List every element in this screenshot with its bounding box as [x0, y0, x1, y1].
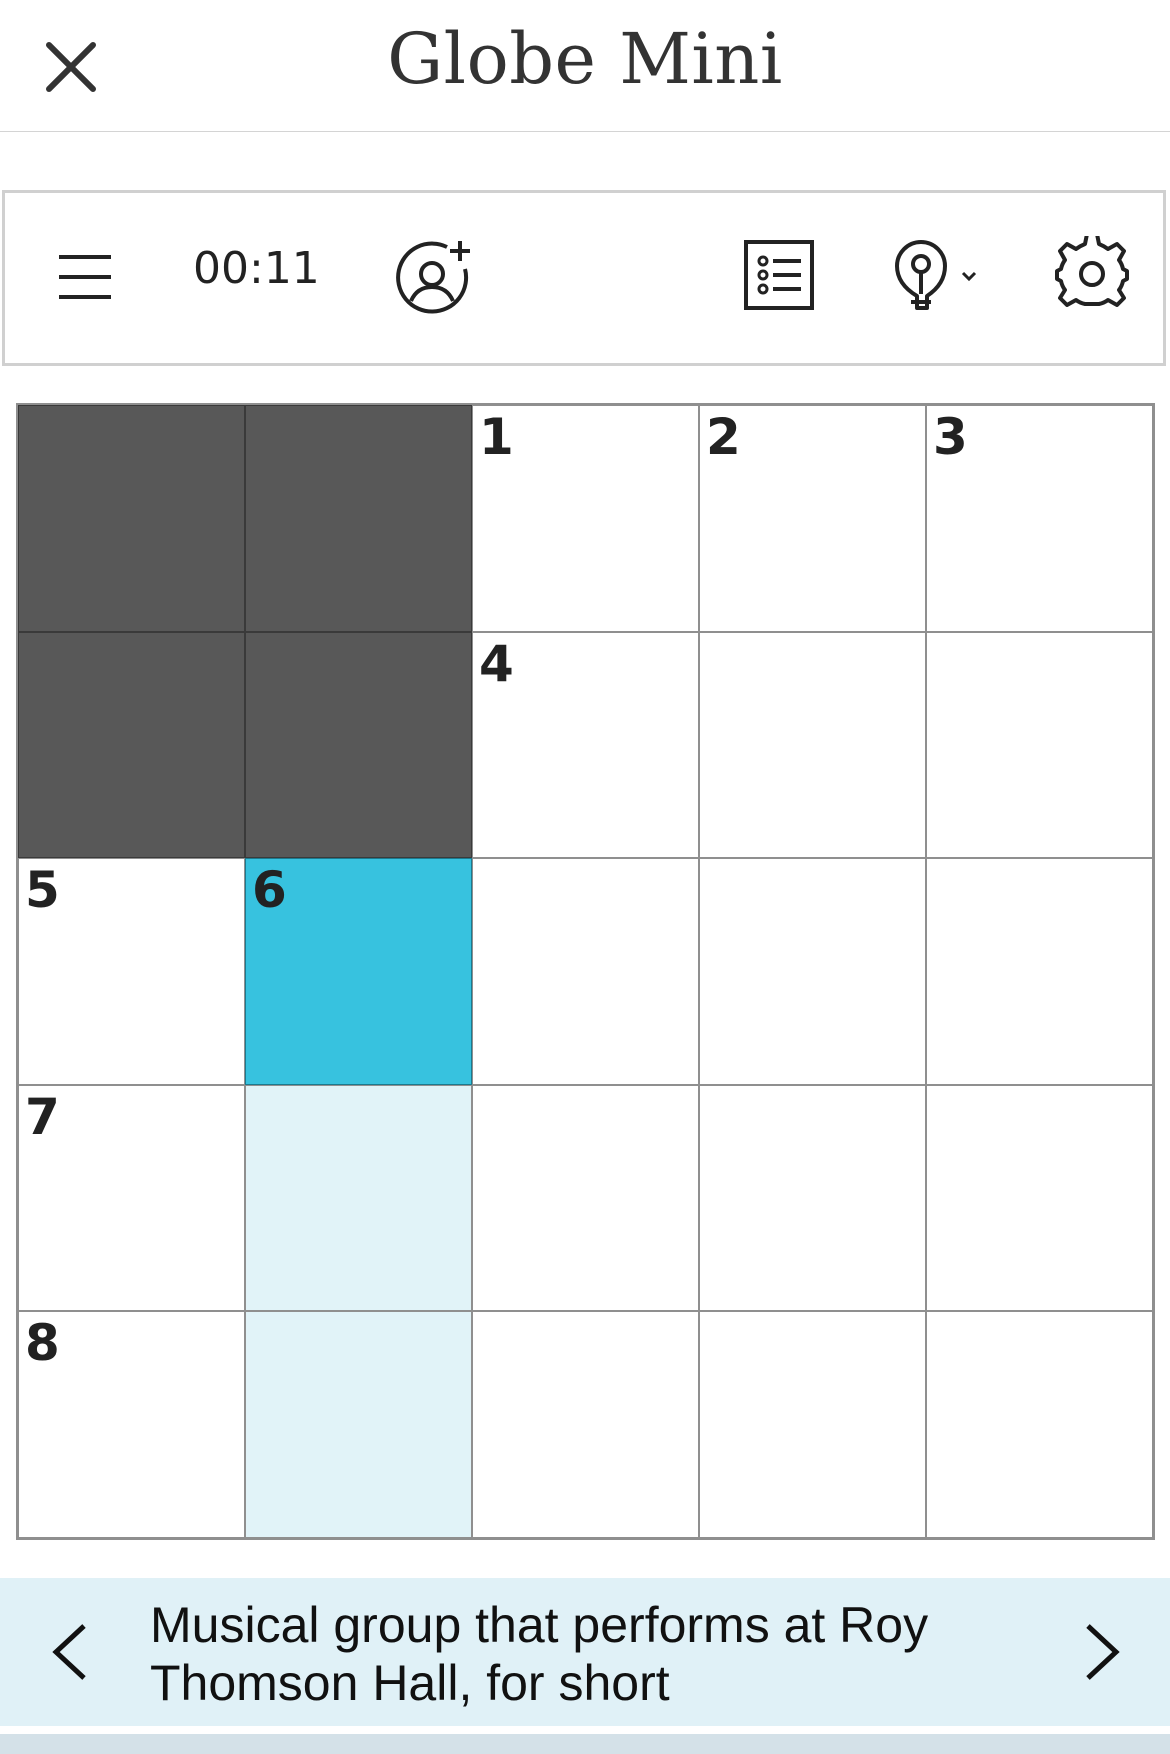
- current-clue-text[interactable]: Musical group that performs at Roy Thoms…: [150, 1596, 1050, 1712]
- grid-cell[interactable]: 8: [18, 1311, 245, 1538]
- clue-list-button[interactable]: [739, 235, 819, 315]
- puzzle-toolbar: 00:11: [2, 190, 1166, 366]
- invite-friend-button[interactable]: [389, 233, 479, 323]
- header-bar: Globe Mini: [0, 0, 1170, 132]
- grid-cell[interactable]: [926, 631, 1153, 859]
- grid-cell[interactable]: 2: [699, 405, 926, 632]
- next-clue-button[interactable]: [1062, 1612, 1142, 1692]
- grid-cell[interactable]: [245, 1311, 472, 1538]
- chevron-down-icon: [961, 271, 977, 282]
- grid-cell[interactable]: 6: [245, 858, 472, 1085]
- grid-cell-block: [245, 631, 472, 859]
- cell-number: 7: [25, 1087, 60, 1146]
- grid-cell-block: [18, 405, 245, 632]
- settings-button[interactable]: [1049, 231, 1135, 317]
- grid-cell[interactable]: 4: [472, 631, 699, 859]
- grid-cell[interactable]: [926, 858, 1153, 1085]
- cell-number: 8: [25, 1314, 60, 1373]
- grid-cell[interactable]: [699, 1311, 926, 1538]
- grid-cell[interactable]: [926, 1084, 1153, 1312]
- grid-cell[interactable]: [926, 1311, 1153, 1538]
- grid-cell[interactable]: [472, 1084, 699, 1312]
- grid-cell[interactable]: [472, 858, 699, 1085]
- cell-number: 5: [25, 861, 60, 920]
- clue-bar: Musical group that performs at Roy Thoms…: [0, 1578, 1170, 1726]
- grid-cell[interactable]: 1: [472, 405, 699, 632]
- grid-cell[interactable]: [245, 1084, 472, 1312]
- gear-icon: [1055, 236, 1129, 307]
- cell-number: 4: [479, 634, 514, 693]
- cell-number: 1: [479, 408, 514, 466]
- grid-cell[interactable]: [699, 1084, 926, 1312]
- grid-cell[interactable]: 7: [18, 1084, 245, 1312]
- grid-cell[interactable]: 5: [18, 858, 245, 1085]
- grid-cell-block: [18, 631, 245, 859]
- page-title: Globe Mini: [387, 18, 783, 100]
- lightbulb-icon: [895, 240, 947, 310]
- grid-cell[interactable]: 3: [926, 405, 1153, 632]
- grid-cell[interactable]: [699, 858, 926, 1085]
- hamburger-menu-icon: [59, 255, 111, 299]
- add-user-icon: [396, 241, 470, 314]
- chevron-left-icon: [52, 1624, 86, 1680]
- cell-number: 3: [933, 408, 968, 466]
- list-icon: [744, 240, 814, 310]
- puzzle-timer[interactable]: 00:11: [193, 243, 320, 294]
- hint-dropdown-button[interactable]: [879, 231, 989, 321]
- keyboard-area-edge: [0, 1734, 1170, 1754]
- previous-clue-button[interactable]: [30, 1612, 110, 1692]
- crossword-grid: 1 2 3 4 5 6 7 8: [16, 403, 1155, 1540]
- menu-button[interactable]: [45, 241, 125, 313]
- cell-number: 6: [252, 861, 287, 920]
- grid-cell[interactable]: [699, 631, 926, 859]
- grid-cell-block: [245, 405, 472, 632]
- cell-number: 2: [706, 408, 741, 466]
- chevron-right-icon: [1086, 1624, 1120, 1680]
- grid-cell[interactable]: [472, 1311, 699, 1538]
